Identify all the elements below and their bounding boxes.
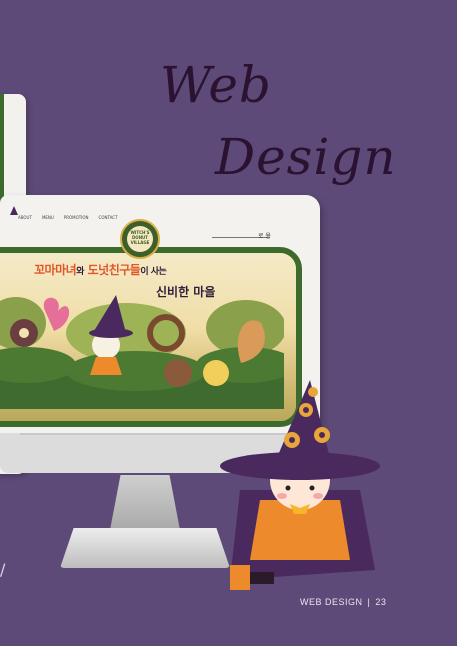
nav-item-menu[interactable]: MENU [42,215,54,220]
login-link[interactable]: 로 용 [258,231,271,240]
title-line-design: Design [215,128,397,186]
monitor-stand-neck [110,475,180,530]
footer-section-label: WEB DESIGN [300,597,363,607]
witch-character-illustration [220,380,380,590]
footer-page-number: 23 [375,597,387,607]
nav-item-about[interactable]: ABOUT [18,215,32,220]
monitor-stand-base [60,528,230,568]
title-line-web: Web [160,56,272,114]
site-nav: ABOUT MENU PROMOTION CONTACT [18,215,118,220]
nav-item-contact[interactable]: CONTACT [99,215,118,220]
badge-text: WITCH'S DONUT VILLAGE [130,230,150,245]
nav-item-promotion[interactable]: PROMOTION [64,215,89,220]
footer-separator: | [367,597,371,607]
page: Web Design ABOUT MENU PROMOTION CONTACT … [0,0,457,646]
site-badge: WITCH'S DONUT VILLAGE [120,219,160,259]
decorative-slash: / [0,560,6,579]
page-footer: WEB DESIGN | 23 [300,597,386,607]
